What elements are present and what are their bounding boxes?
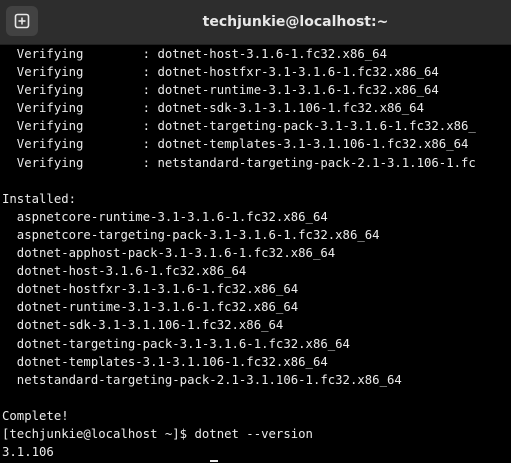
terminal-line: dotnet-host-3.1.6-1.fc32.x86_64 — [2, 264, 247, 279]
terminal-output[interactable]: Verifying : dotnet-host-3.1.6-1.fc32.x86… — [0, 45, 511, 463]
terminal-line: dotnet-runtime-3.1-3.1.6-1.fc32.x86_64 — [2, 300, 299, 315]
window-title: techjunkie@localhost:~ — [202, 14, 389, 30]
terminal-line: aspnetcore-runtime-3.1-3.1.6-1.fc32.x86_… — [2, 209, 328, 224]
terminal-line: Installed: — [2, 191, 77, 206]
terminal-line: dotnet-apphost-pack-3.1-3.1.6-1.fc32.x86… — [2, 246, 336, 261]
terminal-line: 3.1.106 — [2, 445, 54, 460]
terminal-line: dotnet-templates-3.1-3.1.106-1.fc32.x86_… — [2, 354, 328, 369]
terminal-line: Verifying : dotnet-host-3.1.6-1.fc32.x86… — [2, 47, 387, 61]
title-bar[interactable]: techjunkie@localhost:~ — [0, 0, 511, 45]
terminal-line: dotnet-sdk-3.1-3.1.106-1.fc32.x86_64 — [2, 318, 284, 333]
terminal-line: Complete! — [2, 408, 69, 423]
terminal-window: techjunkie@localhost:~ Verifying : dotne… — [0, 0, 511, 463]
terminal-line: aspnetcore-targeting-pack-3.1-3.1.6-1.fc… — [2, 227, 380, 242]
terminal-line: Verifying : dotnet-sdk-3.1-3.1.106-1.fc3… — [2, 101, 424, 116]
terminal-line: dotnet-targeting-pack-3.1-3.1.6-1.fc32.x… — [2, 336, 350, 351]
terminal-line: Verifying : netstandard-targeting-pack-2… — [2, 155, 476, 170]
terminal-line: [techjunkie@localhost ~]$ dotnet --versi… — [2, 426, 313, 441]
terminal-line: Verifying : dotnet-runtime-3.1-3.1.6-1.f… — [2, 83, 439, 98]
terminal-cursor — [210, 460, 218, 462]
terminal-line: netstandard-targeting-pack-2.1-3.1.106-1… — [2, 372, 402, 387]
terminal-line: Verifying : dotnet-templates-3.1-3.1.106… — [2, 137, 469, 152]
terminal-line: Verifying : dotnet-targeting-pack-3.1-3.… — [2, 119, 476, 134]
terminal-line: dotnet-hostfxr-3.1-3.1.6-1.fc32.x86_64 — [2, 282, 299, 297]
terminal-line: Verifying : dotnet-hostfxr-3.1-3.1.6-1.f… — [2, 65, 439, 80]
